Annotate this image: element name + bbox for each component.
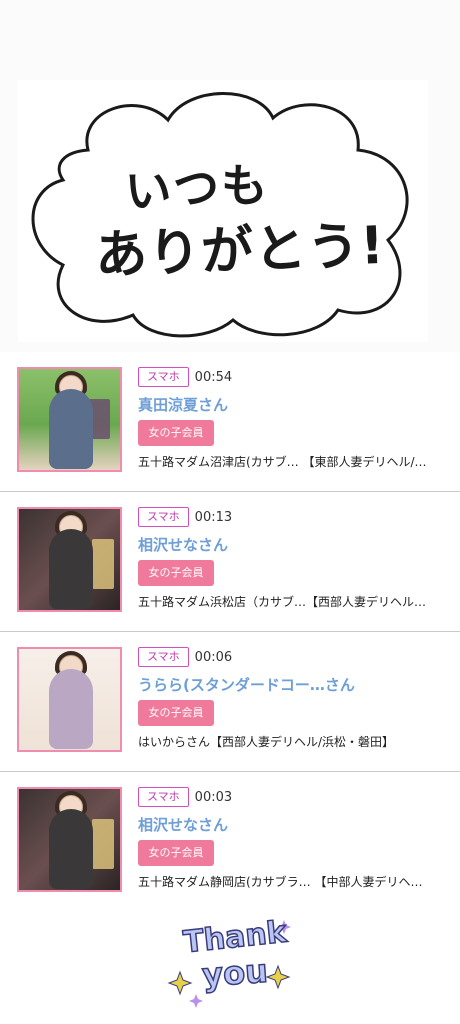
entry-header: スマホ 00:54	[138, 367, 448, 387]
list-item[interactable]: スマホ 00:54 真田涼夏さん 女の子会員 五十路マダム沼津店(カサブ… 【東…	[0, 352, 460, 492]
member-type-badge: 女の子会員	[138, 560, 214, 586]
access-time: 00:03	[194, 789, 233, 805]
profile-photo[interactable]	[17, 507, 122, 612]
member-type-badge: 女の子会員	[138, 420, 214, 446]
photo-figure	[49, 529, 93, 609]
device-badge: スマホ	[138, 647, 189, 667]
visitor-list: スマホ 00:54 真田涼夏さん 女の子会員 五十路マダム沼津店(カサブ… 【東…	[0, 352, 460, 912]
entry-header: スマホ 00:13	[138, 507, 448, 527]
visitor-name-link[interactable]: うらら(スタンダードコー…さん	[138, 674, 448, 694]
photo-figure	[49, 389, 93, 469]
photo-logo	[92, 819, 114, 869]
photo-logo	[92, 539, 114, 589]
list-item[interactable]: スマホ 00:03 相沢せなさん 女の子会員 五十路マダム静岡店(カサブラ… 【…	[0, 772, 460, 912]
shop-name[interactable]: 五十路マダム静岡店(カサブラ… 【中部人妻デリヘ…	[138, 873, 443, 890]
entry-meta: スマホ 00:06 うらら(スタンダードコー…さん 女の子会員 はいからさん【西…	[138, 647, 448, 750]
photo-figure	[49, 809, 93, 889]
access-time: 00:13	[194, 509, 233, 525]
shop-name[interactable]: はいからさん【西部人妻デリヘル/浜松・磐田】	[138, 733, 443, 750]
thank-you-footer: Thank you	[0, 910, 460, 1024]
entry-meta: スマホ 00:54 真田涼夏さん 女の子会員 五十路マダム沼津店(カサブ… 【東…	[138, 367, 448, 470]
list-item[interactable]: スマホ 00:13 相沢せなさん 女の子会員 五十路マダム浜松店（カサブ…【西部…	[0, 492, 460, 632]
access-time: 00:54	[194, 369, 233, 385]
shop-name[interactable]: 五十路マダム沼津店(カサブ… 【東部人妻デリヘル/…	[138, 453, 443, 470]
banner-greeting-line2: ありがとう!	[94, 215, 386, 287]
device-badge: スマホ	[138, 507, 189, 527]
entry-meta: スマホ 00:03 相沢せなさん 女の子会員 五十路マダム静岡店(カサブラ… 【…	[138, 787, 448, 890]
member-type-badge: 女の子会員	[138, 840, 214, 866]
member-type-badge: 女の子会員	[138, 700, 214, 726]
profile-photo[interactable]	[17, 787, 122, 892]
device-badge: スマホ	[138, 787, 189, 807]
entry-header: スマホ 00:06	[138, 647, 448, 667]
photo-figure	[49, 669, 93, 749]
visitor-name-link[interactable]: 真田涼夏さん	[138, 394, 448, 414]
thank-you-banner: いつも ありがとう!	[0, 0, 460, 352]
shop-name[interactable]: 五十路マダム浜松店（カサブ…【西部人妻デリヘル…	[138, 593, 443, 610]
profile-photo[interactable]	[17, 647, 122, 752]
device-badge: スマホ	[138, 367, 189, 387]
visitor-name-link[interactable]: 相沢せなさん	[138, 534, 448, 554]
list-item[interactable]: スマホ 00:06 うらら(スタンダードコー…さん 女の子会員 はいからさん【西…	[0, 632, 460, 772]
visitor-name-link[interactable]: 相沢せなさん	[138, 814, 448, 834]
entry-meta: スマホ 00:13 相沢せなさん 女の子会員 五十路マダム浜松店（カサブ…【西部…	[138, 507, 448, 610]
entry-header: スマホ 00:03	[138, 787, 448, 807]
access-time: 00:06	[194, 649, 233, 665]
profile-photo[interactable]	[17, 367, 122, 472]
